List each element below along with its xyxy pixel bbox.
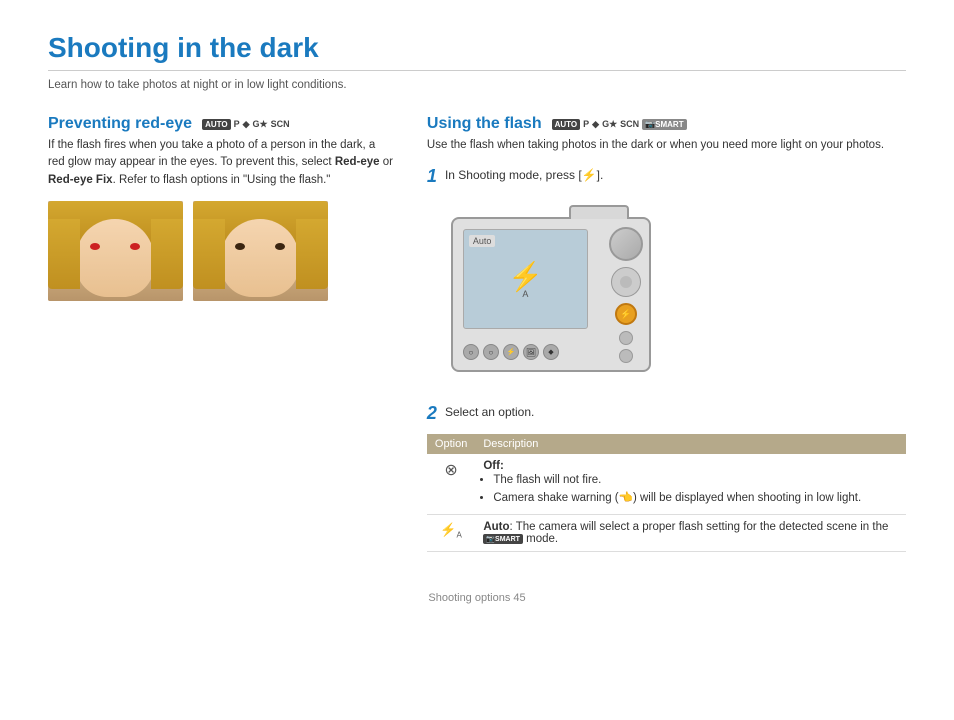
two-column-layout: Preventing red-eye AUTO P ◆ G★ SCN If th… <box>48 115 906 552</box>
preventing-redeye-title: Preventing red-eye AUTO P ◆ G★ SCN <box>48 115 395 133</box>
step-1-text: In Shooting mode, press [⚡]. <box>445 166 603 182</box>
auto-flash-icon: ⚡A <box>440 522 462 537</box>
step-2-text: Select an option. <box>445 403 534 419</box>
photo-corrected <box>193 201 328 301</box>
footer-text: Shooting options 45 <box>428 592 525 604</box>
page-title: Shooting in the dark <box>48 32 906 71</box>
mode-badges-right: AUTO P ◆ G★ SCN 📷SMART <box>552 119 687 130</box>
using-flash-intro: Use the flash when taking photos in the … <box>427 137 906 154</box>
step-2-number: 2 <box>427 403 437 424</box>
preventing-redeye-text: If the flash fires when you take a photo… <box>48 137 395 189</box>
off-bullet-1: The flash will not fire. <box>493 472 898 488</box>
off-description: Off: The flash will not fire. Camera sha… <box>475 454 906 515</box>
auto-icon-cell: ⚡A <box>427 515 475 552</box>
off-bullet-2: Camera shake warning (👈) will be display… <box>493 490 898 506</box>
table-header-description: Description <box>475 434 906 454</box>
mode-badges-left: AUTO P ◆ G★ SCN <box>202 119 290 130</box>
page-subtitle: Learn how to take photos at night or in … <box>48 79 906 91</box>
left-column: Preventing red-eye AUTO P ◆ G★ SCN If th… <box>48 115 395 552</box>
off-icon-cell: ⊗ <box>427 454 475 515</box>
table-row-off: ⊗ Off: The flash will not fire. Camera s… <box>427 454 906 515</box>
step-2: 2 Select an option. <box>427 403 906 424</box>
photo-redeye <box>48 201 183 301</box>
step-1-number: 1 <box>427 166 437 187</box>
auto-description: Auto: The camera will select a proper fl… <box>475 515 906 552</box>
page-footer: Shooting options 45 <box>48 592 906 604</box>
camera-diagram: Auto ⚡ A ○ ○ ⚡ 🖼 ◆ <box>451 197 701 387</box>
table-header-option: Option <box>427 434 475 454</box>
smart-mode-badge: 📷SMART <box>483 534 523 544</box>
off-icon: ⊗ <box>444 462 457 479</box>
off-bullets: The flash will not fire. Camera shake wa… <box>493 472 898 506</box>
using-flash-title: Using the flash AUTO P ◆ G★ SCN 📷SMART <box>427 115 906 133</box>
right-column: Using the flash AUTO P ◆ G★ SCN 📷SMART U… <box>427 115 906 552</box>
example-photos-row <box>48 201 395 301</box>
options-table: Option Description ⊗ Off: The flash will… <box>427 434 906 552</box>
step-1: 1 In Shooting mode, press [⚡]. <box>427 166 906 187</box>
table-row-auto: ⚡A Auto: The camera will select a proper… <box>427 515 906 552</box>
